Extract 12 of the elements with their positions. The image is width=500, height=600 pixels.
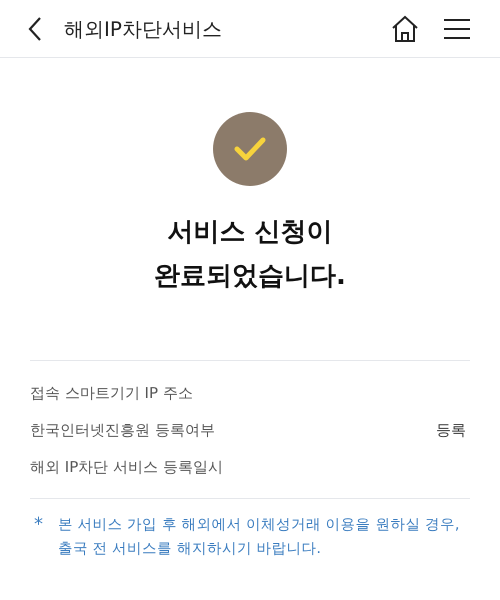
info-label: 접속 스마트기기 IP 주소 [30, 383, 193, 404]
info-value: 등록 [436, 420, 466, 442]
info-label: 해외 IP차단 서비스 등록일시 [30, 457, 223, 478]
check-icon [213, 112, 287, 186]
home-icon[interactable] [390, 14, 420, 44]
menu-icon[interactable] [444, 18, 470, 40]
result-message: 완료되었습니다. [154, 260, 346, 293]
notice-text: 본 서비스 가입 후 해외에서 이체성거래 이용을 원하실 경우, 출국 전 서비스를 해지하시기 바랍니다. [58, 516, 460, 559]
asterisk-mark: * [34, 513, 44, 537]
result-message: 서비스 신청이 [167, 216, 333, 249]
page-title: 해외IP차단서비스 [64, 16, 222, 42]
info-label: 한국인터넷진흥원 등록여부 [30, 420, 215, 442]
